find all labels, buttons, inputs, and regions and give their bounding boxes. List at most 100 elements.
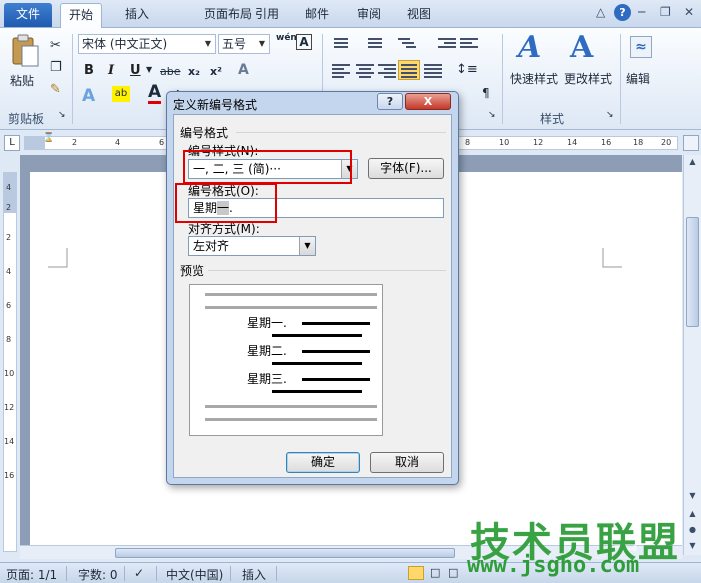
- ruler-tick-label: 6: [6, 301, 12, 310]
- ok-button[interactable]: 确定: [286, 452, 360, 473]
- preview-line: [205, 405, 377, 408]
- full-screen-icon[interactable]: □: [430, 566, 440, 579]
- highlight-box-style: [183, 150, 352, 184]
- increase-indent-icon[interactable]: [460, 36, 478, 52]
- vertical-ruler[interactable]: 4 2 2 4 6 8 10 12 14 16: [3, 172, 17, 552]
- preview-line: [302, 350, 370, 353]
- font-size-select[interactable]: 五号 ▼: [218, 34, 270, 54]
- scroll-up-icon[interactable]: ▲: [686, 157, 699, 171]
- minimize-ribbon-icon[interactable]: △: [596, 5, 605, 19]
- numbering-icon[interactable]: [364, 36, 382, 52]
- tab-view[interactable]: 视图: [398, 3, 440, 27]
- superscript-button[interactable]: x²: [210, 65, 222, 78]
- print-layout-icon[interactable]: [408, 566, 424, 580]
- show-marks-icon[interactable]: ¶: [482, 86, 490, 100]
- view-ruler-icon[interactable]: [683, 135, 699, 151]
- font-color-icon[interactable]: A: [148, 84, 162, 104]
- copy-icon[interactable]: ❐: [50, 60, 62, 75]
- change-styles-button[interactable]: A 更改样式: [562, 30, 616, 100]
- tab-mailings[interactable]: 邮件: [296, 3, 338, 27]
- phonetic-guide-icon[interactable]: wén: [276, 33, 297, 43]
- tab-insert[interactable]: 插入: [116, 3, 158, 27]
- char-border-icon[interactable]: A: [296, 34, 312, 50]
- preview-line: [272, 334, 362, 337]
- vertical-scrollbar[interactable]: ▲ ▼ ▲ ● ▼: [683, 155, 701, 555]
- align-left-icon[interactable]: [332, 62, 350, 78]
- proofing-icon[interactable]: ✓: [134, 566, 144, 580]
- strikethrough-button[interactable]: abe: [160, 65, 181, 78]
- editing-button[interactable]: ≈ 编辑: [624, 30, 656, 100]
- subscript-button[interactable]: x₂: [188, 65, 200, 78]
- ruler-tick-label: 4: [115, 138, 121, 147]
- paste-icon: [12, 34, 39, 67]
- ruler-tick-label: 2: [6, 233, 12, 242]
- group-separator: [72, 34, 73, 124]
- ruler-tick-label: 10: [499, 138, 510, 147]
- alignment-select[interactable]: 左对齐 ▼: [188, 236, 316, 256]
- bold-button[interactable]: B: [84, 63, 94, 78]
- clipboard-launcher-icon[interactable]: ↘: [58, 110, 66, 120]
- preview-line: [205, 306, 377, 309]
- preview-box: 星期一. 星期二. 星期三.: [189, 284, 383, 436]
- ruler-tick-label: 2: [6, 203, 12, 212]
- scroll-thumb[interactable]: [115, 548, 455, 558]
- highlight-box-format: [175, 183, 277, 223]
- minimize-icon[interactable]: ─: [638, 5, 645, 19]
- prev-page-icon[interactable]: ▲: [686, 509, 699, 523]
- ruler-tick-label: 10: [4, 369, 15, 378]
- dialog-close-button[interactable]: X: [405, 93, 451, 110]
- ruler-tick-label: 18: [633, 138, 644, 147]
- highlight-icon[interactable]: ab: [112, 86, 130, 102]
- preview-line: [205, 293, 377, 296]
- paste-button[interactable]: 粘贴: [8, 34, 42, 94]
- restore-icon[interactable]: ❐: [660, 5, 671, 19]
- indent-marker-icon[interactable]: ⌛: [43, 133, 54, 143]
- scroll-down-icon[interactable]: ▼: [686, 491, 699, 505]
- tab-home[interactable]: 开始: [60, 3, 102, 29]
- cut-icon[interactable]: ✂: [50, 38, 61, 53]
- word-count[interactable]: 字数: 0: [78, 566, 118, 583]
- tab-references[interactable]: 引用: [246, 3, 288, 27]
- line-spacing-icon[interactable]: ↕≡: [456, 62, 478, 77]
- decrease-indent-icon[interactable]: [438, 36, 456, 52]
- scroll-thumb[interactable]: [686, 217, 699, 327]
- paragraph-launcher-icon[interactable]: ↘: [488, 110, 496, 120]
- next-page-icon[interactable]: ▼: [686, 541, 699, 555]
- align-center-icon[interactable]: [356, 62, 374, 78]
- clear-format-icon[interactable]: A: [238, 62, 249, 78]
- help-icon[interactable]: ?: [614, 4, 631, 21]
- align-right-icon[interactable]: [378, 62, 396, 78]
- page-count[interactable]: 页面: 1/1: [6, 566, 57, 583]
- format-painter-icon[interactable]: ✎: [50, 82, 61, 97]
- text-effects-icon[interactable]: A: [82, 86, 95, 106]
- language[interactable]: 中文(中国): [166, 566, 223, 583]
- margin-corner-mark: [602, 248, 622, 268]
- distributed-icon[interactable]: [424, 62, 442, 78]
- font-name-select[interactable]: 宋体 (中文正文) ▼: [78, 34, 216, 54]
- dialog-help-button[interactable]: ?: [377, 93, 403, 110]
- multilevel-list-icon[interactable]: [398, 36, 416, 52]
- underline-button[interactable]: U: [130, 63, 141, 78]
- cancel-button[interactable]: 取消: [370, 452, 444, 473]
- bullets-icon[interactable]: [330, 36, 348, 52]
- quick-styles-button[interactable]: A 快速样式: [508, 30, 562, 100]
- tab-review[interactable]: 审阅: [348, 3, 390, 27]
- ribbon-tab-bar: 文件 开始 插入 页面布局 引用 邮件 审阅 视图 △ ? ─ ❐ ✕: [0, 0, 701, 29]
- font-button[interactable]: 字体(F)...: [368, 158, 444, 179]
- insert-mode[interactable]: 插入: [242, 566, 266, 583]
- tab-file[interactable]: 文件: [4, 3, 52, 27]
- section-divider: [236, 132, 446, 133]
- quick-styles-icon: A: [518, 30, 542, 65]
- ruler-tick-label: 14: [567, 138, 578, 147]
- chevron-down-icon[interactable]: ▼: [146, 65, 152, 74]
- select-browse-icon[interactable]: ●: [686, 525, 699, 539]
- web-layout-icon[interactable]: □: [448, 566, 458, 579]
- justify-icon[interactable]: [398, 60, 420, 80]
- italic-button[interactable]: I: [108, 63, 114, 78]
- styles-launcher-icon[interactable]: ↘: [606, 110, 614, 120]
- close-icon[interactable]: ✕: [684, 5, 694, 19]
- alignment-value: 左对齐: [193, 239, 230, 253]
- tab-selector[interactable]: L: [4, 135, 20, 151]
- ruler-tick-label: 4: [6, 267, 12, 276]
- chevron-down-icon: ▼: [258, 39, 266, 48]
